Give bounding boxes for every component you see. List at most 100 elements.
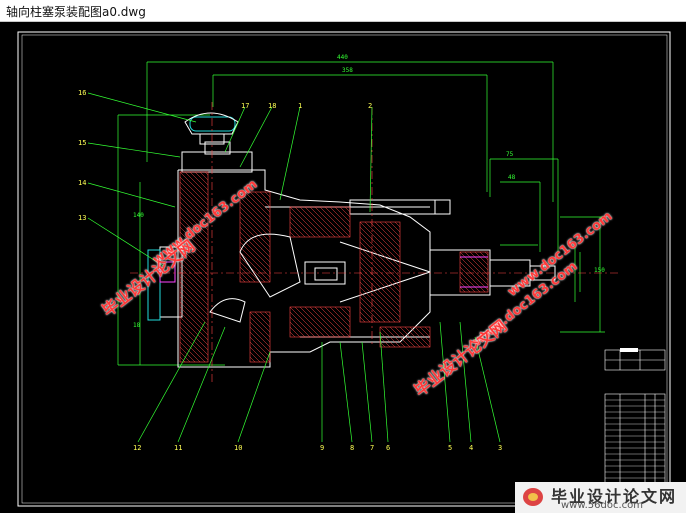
hatch-line (249, 336, 271, 358)
part-number-7: 7 (370, 444, 374, 452)
hatch-line (239, 206, 271, 238)
hatch-line (249, 331, 271, 353)
part-number-11: 11 (174, 444, 182, 452)
knob (184, 112, 239, 145)
hatch-line (239, 236, 271, 268)
hatch-line (264, 311, 271, 318)
hatch-line (249, 191, 271, 213)
hatch-line (239, 276, 246, 283)
hatch-line (419, 326, 431, 338)
hatch-line (324, 206, 351, 233)
dimension-right-vertical: 150 (594, 267, 605, 274)
hatch-line (359, 221, 401, 263)
hatch-line (194, 171, 209, 186)
hatch-line (484, 251, 489, 256)
hatch-line (314, 206, 346, 238)
bom-rows (605, 399, 665, 491)
hatch-line (184, 171, 209, 196)
hatch-line (179, 341, 201, 363)
hatch-line (249, 311, 271, 333)
hatch-line (424, 326, 431, 333)
hatch-line (289, 306, 321, 338)
hatch-line (369, 221, 401, 253)
part-number-17: 17 (241, 102, 249, 110)
hatch-line (394, 221, 401, 228)
hatch-line (309, 306, 341, 338)
part-number-4: 4 (469, 444, 473, 452)
hatch-line (239, 196, 271, 228)
hatch-line (359, 311, 371, 323)
hatch-line (459, 286, 466, 293)
hatch-line (289, 226, 301, 238)
hatch-line (259, 191, 271, 203)
part-number-6: 6 (386, 444, 390, 452)
hatch-line (264, 191, 271, 198)
hatch-line (249, 341, 271, 363)
hatch-line (199, 171, 209, 181)
hatch-line (329, 206, 351, 228)
hatch-line (179, 336, 206, 363)
hatch-line (359, 246, 401, 288)
hatch-line (289, 326, 301, 338)
part-number-13: 13 (78, 214, 86, 222)
logo-url: www.56doc.com (561, 500, 644, 511)
corner-logo: 毕业设计论文网 www.56doc.com (515, 482, 686, 513)
hatch-line (249, 351, 261, 363)
dimension-left-vertical: 140 (133, 212, 144, 219)
hatch-line (359, 226, 401, 268)
part-number-9: 9 (320, 444, 324, 452)
hatch-line (309, 206, 341, 238)
cad-drawing: 16 17 18 1 15 14 13 12 11 10 2 9 8 7 6 5 4 3 440 358 75 48 14… (17, 31, 671, 507)
hatch-line (359, 236, 401, 278)
hatch-line (289, 211, 316, 238)
hatch-line (359, 301, 381, 323)
title-block (604, 349, 666, 493)
hatch-line (339, 306, 351, 318)
hatch-line (249, 356, 256, 363)
hatch-line (239, 216, 271, 248)
part-number-16: 16 (78, 89, 86, 97)
hatch-line (289, 311, 316, 338)
part-number-15: 15 (78, 139, 86, 147)
hatch-line (359, 256, 401, 298)
hatch-line (359, 281, 401, 323)
hatch-line (299, 206, 331, 238)
hatch-line (344, 206, 351, 213)
hatch-line (459, 271, 481, 293)
drawing-canvas[interactable]: 16 17 18 1 15 14 13 12 11 10 2 9 8 7 6 5 4 3 440 358 75 48 14… (0, 22, 686, 513)
part-number-5: 5 (448, 444, 452, 452)
part-number-14: 14 (78, 179, 86, 187)
hatch-line (479, 251, 489, 261)
hatch-line (359, 261, 401, 303)
hatch-line (359, 316, 366, 323)
hatch-line (459, 266, 486, 293)
dimension-top-total: 440 (337, 54, 348, 61)
hatch-line (239, 271, 251, 283)
hatch-line (319, 206, 351, 238)
hatch-line (359, 241, 401, 283)
hatch-line (339, 206, 351, 218)
hatch-line (289, 216, 311, 238)
part-number-3: 3 (498, 444, 502, 452)
dimension-right-inner: 48 (508, 174, 516, 181)
part-number-18: 18 (268, 102, 276, 110)
hatch-line (359, 271, 401, 313)
hatch-line (314, 306, 346, 338)
dimension-top-inner: 358 (342, 67, 353, 74)
dimension-right-top: 75 (506, 151, 514, 158)
part-number-1: 1 (298, 102, 302, 110)
hatch-line (289, 331, 296, 338)
part-number-10: 10 (234, 444, 242, 452)
hatch-line (239, 246, 271, 278)
hatch-line (344, 306, 351, 313)
hatch-line (249, 321, 271, 343)
hatch-line (239, 241, 271, 273)
hatch-line (474, 251, 489, 266)
title-bar: 轴向柱塞泵装配图a0.dwg (0, 0, 686, 22)
hatch-line (464, 251, 489, 276)
hatch-line (239, 211, 271, 243)
hatch-line (304, 206, 336, 238)
hatch-line (259, 311, 271, 323)
hatch-line (289, 231, 296, 238)
part-number-8: 8 (350, 444, 354, 452)
